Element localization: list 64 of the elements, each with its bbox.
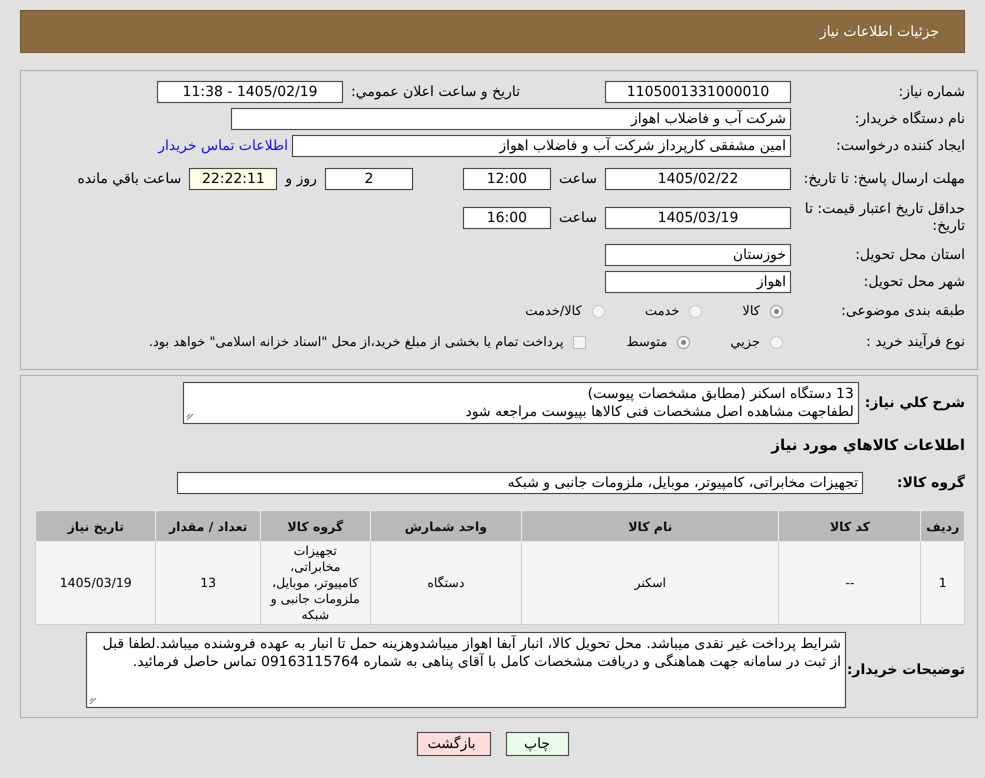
field-label: مهلت ارسال پاسخ: تا تاریخ: [802,170,965,188]
field-label: روز و [285,171,317,187]
radio-button[interactable] [592,304,605,318]
radio-button[interactable] [689,304,702,318]
input-field[interactable]: 12:00 [462,168,551,190]
field-label: شماره نیاز: [898,84,965,100]
table-cell: اسکنر [522,542,779,624]
checkbox[interactable] [573,336,586,348]
section-heading: اطلاعات کالاهاي مورد نیاز [770,436,965,454]
radio-label: جزيي [730,334,760,350]
field-label: حداقل تاریخ اعتبار قیمت: تا تاریخ: [804,201,965,235]
field-label: ساعت باقي مانده [78,171,182,187]
column-header: تاریخ نیاز [36,510,156,542]
field-label: ساعت [558,210,597,226]
input-field[interactable]: شرکت آب و فاضلاب اهواز [231,108,791,130]
field-label: شهر محل تحویل: [862,274,965,290]
input-field[interactable]: 16:00 [462,207,551,229]
table-cell: دستگاه [370,542,522,624]
text-area[interactable]: 13 دستگاه اسکنر (مطابق مشخصات پیوست) لطفاجهت مشاهده اصل مشخصات فنی کالاها بپیوست مراجعه شود [182,382,859,424]
resize-grip-icon[interactable] [89,697,97,705]
countdown-field[interactable]: 22:22:11 [189,168,278,190]
back-button[interactable]: بازگشت [416,732,490,756]
field-label: نوع فرآیند خرید : [865,334,965,350]
resize-grip-icon[interactable] [186,413,194,421]
radio-button[interactable] [677,336,690,348]
field-label: ساعت [558,171,597,187]
radio-label: کالا [742,304,760,318]
radio-button[interactable] [770,336,783,348]
input-field[interactable]: اهواز [605,271,791,293]
checkbox-label: پرداخت تمام یا بخشی از مبلغ خرید،از محل "اسناد خزانه اسلامی" خواهد بود. [148,334,564,350]
field-label: تاریخ و ساعت اعلان عمومي: [351,84,520,100]
input-field[interactable]: تجهیزات مخابراتی، کامپیوتر، موبایل، ملزومات جانبی و شبکه [177,472,863,494]
input-field[interactable]: 1405/03/19 [605,207,791,229]
table-cell: 1 [920,542,964,624]
column-header: واحد شمارش [370,510,522,542]
column-header: تعداد / مقدار [156,510,260,542]
field-label: طبقه بندی موضوعی: [840,302,965,320]
radio-label: کالا/خدمت [525,304,582,318]
radio-button[interactable] [770,304,783,318]
page-title: جزئیات اطلاعات نیاز [820,24,939,40]
text-area[interactable]: شرایط پرداخت غیر نقدی میباشد. محل تحویل کالا، انبار آبفا اهواز میباشدوهزینه حمل تا انبار به عهده فروشنده میباشد.لطفا قبل از ثبت در سامانه جهت هماهنگی و دریافت مشخصات کامل با آقای پناهی به شماره 09163115764 تماس حاصل فرمائید. [86,632,846,708]
buyer-contact-link[interactable]: اطلاعات تماس خریدار [158,138,288,154]
column-header: گروه کالا [260,510,370,542]
column-header: کد کالا [778,510,921,542]
table-cell: تجهیزات مخابراتی، کامپیوتر، موبایل، ملزومات جانبی و شبکه [260,542,370,624]
field-label: استان محل تحویل: [854,246,965,264]
table-cell: 13 [156,542,260,624]
input-field[interactable]: 1105001331000010 [605,81,791,103]
field-label: ایجاد کننده درخواست: [835,138,965,154]
radio-label: متوسط [626,334,668,350]
table-cell: -- [778,542,921,624]
field-label: شرح کلي نیاز: [864,395,965,411]
column-header: ردیف [920,510,964,542]
print-button[interactable]: چاپ [506,732,568,756]
input-field[interactable]: خوزستان [605,244,791,266]
field-label: نام دستگاه خریدار: [854,110,965,128]
radio-label: خدمت [644,304,680,318]
input-field[interactable]: 1405/02/22 [605,168,791,190]
input-field[interactable]: امین مشفقی کارپرداز شرکت آب و فاضلاب اهواز [292,135,791,157]
table-cell: 1405/03/19 [36,542,156,624]
field-label: گروه کالا: [896,475,965,491]
input-field[interactable]: 1405/02/19 - 11:38 [157,81,344,103]
input-field[interactable]: 2 [324,168,413,190]
column-header: نام کالا [522,510,779,542]
